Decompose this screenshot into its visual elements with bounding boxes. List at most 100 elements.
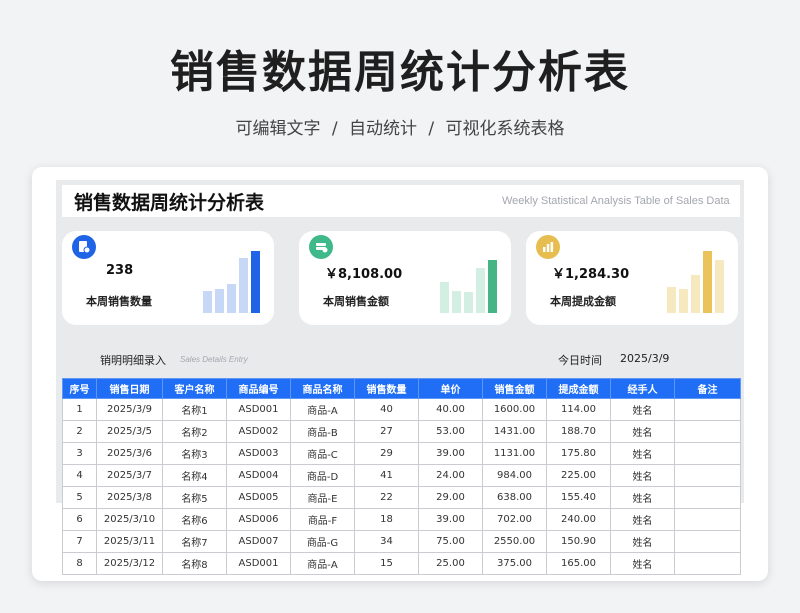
table-cell[interactable]: 22 xyxy=(354,486,419,509)
table-cell[interactable]: 240.00 xyxy=(546,508,611,531)
table-cell[interactable]: 2025/3/8 xyxy=(96,486,163,509)
table-cell[interactable] xyxy=(674,398,741,421)
table-cell[interactable]: 1600.00 xyxy=(482,398,547,421)
table-header-cell[interactable]: 销售数量 xyxy=(354,378,419,399)
table-cell[interactable]: 3 xyxy=(62,442,97,465)
table-cell[interactable]: 姓名 xyxy=(610,552,675,575)
table-cell[interactable]: 29.00 xyxy=(418,486,483,509)
table-cell[interactable]: 名称1 xyxy=(162,398,227,421)
table-cell[interactable]: 2025/3/12 xyxy=(96,552,163,575)
table-cell[interactable]: 8 xyxy=(62,552,97,575)
table-cell[interactable]: 40.00 xyxy=(418,398,483,421)
table-cell[interactable]: 188.70 xyxy=(546,420,611,443)
table-cell[interactable]: ASD004 xyxy=(226,464,291,487)
table-cell[interactable]: 39.00 xyxy=(418,442,483,465)
table-cell[interactable]: 7 xyxy=(62,530,97,553)
table-cell[interactable]: 姓名 xyxy=(610,508,675,531)
table-cell[interactable]: 18 xyxy=(354,508,419,531)
table-cell[interactable]: 15 xyxy=(354,552,419,575)
table-cell[interactable]: 225.00 xyxy=(546,464,611,487)
table-header-cell[interactable]: 商品名称 xyxy=(290,378,355,399)
table-cell[interactable] xyxy=(674,486,741,509)
table-cell[interactable] xyxy=(674,464,741,487)
table-cell[interactable]: 175.80 xyxy=(546,442,611,465)
table-cell[interactable]: 1431.00 xyxy=(482,420,547,443)
table-header-cell[interactable]: 单价 xyxy=(418,378,483,399)
table-cell[interactable]: 姓名 xyxy=(610,464,675,487)
table-cell[interactable]: 25.00 xyxy=(418,552,483,575)
table-cell[interactable]: 2025/3/5 xyxy=(96,420,163,443)
table-row[interactable]: 1 2025/3/9 名称1 ASD001 商品-A 40 40.00 1600.00 114.… xyxy=(62,398,741,421)
table-cell[interactable]: 姓名 xyxy=(610,420,675,443)
table-row[interactable]: 3 2025/3/6 名称3 ASD003 商品-C 29 39.00 1131.00 175.… xyxy=(62,442,741,465)
table-cell[interactable]: 名称2 xyxy=(162,420,227,443)
table-row[interactable]: 5 2025/3/8 名称5 ASD005 商品-E 22 29.00 638.00 155.4… xyxy=(62,486,741,509)
table-cell[interactable]: 114.00 xyxy=(546,398,611,421)
table-cell[interactable]: 商品-B xyxy=(290,420,355,443)
table-cell[interactable] xyxy=(674,530,741,553)
table-cell[interactable]: ASD003 xyxy=(226,442,291,465)
table-cell[interactable]: 984.00 xyxy=(482,464,547,487)
table-cell[interactable]: 商品-E xyxy=(290,486,355,509)
table-cell[interactable]: 1131.00 xyxy=(482,442,547,465)
table-cell[interactable]: 姓名 xyxy=(610,486,675,509)
table-cell[interactable]: 34 xyxy=(354,530,419,553)
table-cell[interactable] xyxy=(674,552,741,575)
table-cell[interactable]: 姓名 xyxy=(610,530,675,553)
table-cell[interactable]: 商品-A xyxy=(290,552,355,575)
table-cell[interactable]: 24.00 xyxy=(418,464,483,487)
table-header-cell[interactable]: 经手人 xyxy=(610,378,675,399)
table-cell[interactable]: 375.00 xyxy=(482,552,547,575)
table-cell[interactable]: ASD005 xyxy=(226,486,291,509)
table-cell[interactable]: 名称5 xyxy=(162,486,227,509)
table-header-cell[interactable]: 序号 xyxy=(62,378,97,399)
table-row[interactable]: 7 2025/3/11 名称7 ASD007 商品-G 34 75.00 2550.00 150… xyxy=(62,530,741,553)
table-cell[interactable]: 名称6 xyxy=(162,508,227,531)
table-header-cell[interactable]: 商品编号 xyxy=(226,378,291,399)
table-cell[interactable]: 150.90 xyxy=(546,530,611,553)
table-cell[interactable]: ASD006 xyxy=(226,508,291,531)
table-cell[interactable]: 6 xyxy=(62,508,97,531)
table-cell[interactable]: 2025/3/9 xyxy=(96,398,163,421)
table-cell[interactable]: 41 xyxy=(354,464,419,487)
table-cell[interactable]: 商品-A xyxy=(290,398,355,421)
table-cell[interactable]: 商品-G xyxy=(290,530,355,553)
table-cell[interactable]: 名称3 xyxy=(162,442,227,465)
table-cell[interactable] xyxy=(674,420,741,443)
table-cell[interactable]: 1 xyxy=(62,398,97,421)
table-header-cell[interactable]: 客户名称 xyxy=(162,378,227,399)
table-cell[interactable]: 155.40 xyxy=(546,486,611,509)
table-cell[interactable]: 29 xyxy=(354,442,419,465)
table-cell[interactable]: 53.00 xyxy=(418,420,483,443)
table-row[interactable]: 8 2025/3/12 名称8 ASD001 商品-A 15 25.00 375.00 165.… xyxy=(62,552,741,575)
table-row[interactable]: 2 2025/3/5 名称2 ASD002 商品-B 27 53.00 1431.00 188.… xyxy=(62,420,741,443)
table-cell[interactable]: ASD001 xyxy=(226,552,291,575)
table-cell[interactable]: 商品-D xyxy=(290,464,355,487)
table-cell[interactable]: 2 xyxy=(62,420,97,443)
table-cell[interactable]: 名称4 xyxy=(162,464,227,487)
table-cell[interactable]: 2025/3/6 xyxy=(96,442,163,465)
table-cell[interactable]: 姓名 xyxy=(610,398,675,421)
table-cell[interactable]: ASD002 xyxy=(226,420,291,443)
table-cell[interactable]: 2025/3/11 xyxy=(96,530,163,553)
table-cell[interactable]: 名称7 xyxy=(162,530,227,553)
table-row[interactable]: 4 2025/3/7 名称4 ASD004 商品-D 41 24.00 984.00 225.0… xyxy=(62,464,741,487)
table-cell[interactable]: 4 xyxy=(62,464,97,487)
table-cell[interactable]: 2550.00 xyxy=(482,530,547,553)
table-row[interactable]: 6 2025/3/10 名称6 ASD006 商品-F 18 39.00 702.00 240.… xyxy=(62,508,741,531)
table-cell[interactable]: 商品-C xyxy=(290,442,355,465)
table-header-cell[interactable]: 提成金额 xyxy=(546,378,611,399)
table-cell[interactable]: ASD007 xyxy=(226,530,291,553)
table-cell[interactable]: 638.00 xyxy=(482,486,547,509)
table-header-cell[interactable]: 销售日期 xyxy=(96,378,163,399)
table-header-cell[interactable]: 销售金额 xyxy=(482,378,547,399)
table-cell[interactable]: 名称8 xyxy=(162,552,227,575)
table-cell[interactable]: 27 xyxy=(354,420,419,443)
table-cell[interactable]: 2025/3/7 xyxy=(96,464,163,487)
table-cell[interactable]: 702.00 xyxy=(482,508,547,531)
table-header-cell[interactable]: 备注 xyxy=(674,378,741,399)
table-cell[interactable]: 40 xyxy=(354,398,419,421)
table-cell[interactable]: 2025/3/10 xyxy=(96,508,163,531)
table-cell[interactable]: 5 xyxy=(62,486,97,509)
table-cell[interactable]: 75.00 xyxy=(418,530,483,553)
